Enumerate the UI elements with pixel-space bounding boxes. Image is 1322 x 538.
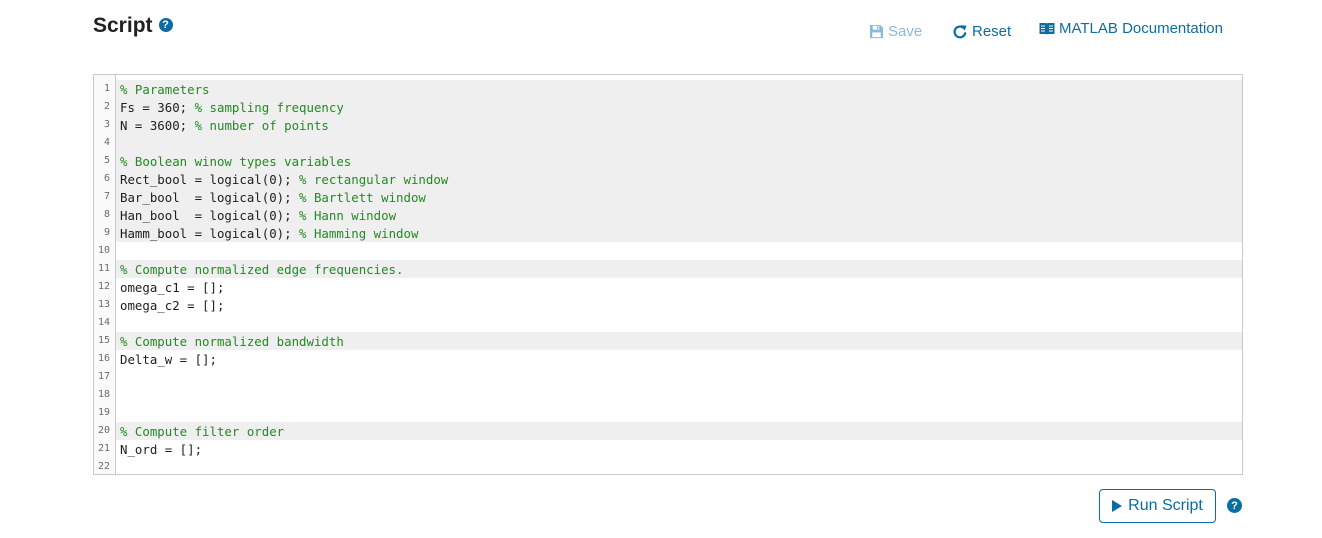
code-comment: % Boolean winow types variables — [120, 153, 352, 169]
code-comment: % Compute normalized bandwidth — [120, 333, 344, 349]
line-number: 2 — [94, 98, 116, 116]
line-number: 18 — [94, 386, 116, 404]
run-help-icon[interactable]: ? — [1227, 498, 1242, 513]
play-icon — [1112, 500, 1123, 512]
line-number: 11 — [94, 260, 116, 278]
code-line[interactable]: 12 omega_c1 = []; — [94, 278, 1242, 296]
code-line[interactable]: 22 — [94, 458, 1242, 474]
code-text: % Compute normalized bandwidth — [116, 334, 344, 349]
code-statement: Fs = 360; — [120, 99, 195, 115]
line-number: 19 — [94, 404, 116, 422]
code-line[interactable]: 21 N_ord = []; — [94, 440, 1242, 458]
code-line[interactable]: 2 Fs = 360; % sampling frequency — [94, 98, 1242, 116]
code-statement: Han_bool = logical(0); — [120, 207, 300, 223]
line-number: 6 — [94, 170, 116, 188]
code-text: N = 3600; % number of points — [116, 118, 329, 133]
code-line[interactable]: 4 — [94, 134, 1242, 152]
code-comment: % Compute normalized edge frequencies. — [120, 261, 404, 277]
run-script-button[interactable]: Run Script — [1099, 489, 1216, 523]
line-number: 9 — [94, 224, 116, 242]
line-number: 3 — [94, 116, 116, 134]
line-number: 5 — [94, 152, 116, 170]
code-text: omega_c1 = []; — [116, 280, 224, 295]
code-line[interactable]: 11% Compute normalized edge frequencies. — [94, 260, 1242, 278]
code-lines: 1% Parameters 2 Fs = 360; % sampling frequ… — [94, 80, 1242, 474]
code-text: % Compute filter order — [116, 424, 284, 439]
code-comment: % sampling frequency — [194, 99, 344, 115]
code-statement: omega_c1 = []; — [120, 279, 225, 295]
code-text: Han_bool = logical(0); % Hann window — [116, 208, 396, 223]
code-comment: % Compute filter order — [120, 423, 285, 439]
code-line[interactable]: 1% Parameters — [94, 80, 1242, 98]
code-editor[interactable]: 1% Parameters 2 Fs = 360; % sampling frequ… — [93, 74, 1243, 475]
line-number: 7 — [94, 188, 116, 206]
code-statement: N = 3600; — [120, 117, 195, 133]
code-line[interactable]: 10 — [94, 242, 1242, 260]
code-line[interactable]: 7 Bar_bool = logical(0); % Bartlett windo… — [94, 188, 1242, 206]
code-line[interactable]: 18 — [94, 386, 1242, 404]
code-text: Hamm_bool = logical(0); % Hamming window — [116, 226, 418, 241]
line-number: 21 — [94, 440, 116, 458]
code-line[interactable]: 15% Compute normalized bandwidth — [94, 332, 1242, 350]
line-number: 8 — [94, 206, 116, 224]
code-text: % Boolean winow types variables — [116, 154, 351, 169]
code-text: % Compute normalized edge frequencies. — [116, 262, 403, 277]
refresh-icon — [952, 24, 968, 40]
floppy-disk-icon — [869, 24, 884, 39]
code-text: % Parameters — [116, 82, 210, 97]
code-line[interactable]: 20% Compute filter order — [94, 422, 1242, 440]
code-line[interactable]: 16 Delta_w = []; — [94, 350, 1242, 368]
code-text: omega_c2 = []; — [116, 298, 224, 313]
code-line[interactable]: 19 — [94, 404, 1242, 422]
line-number: 12 — [94, 278, 116, 296]
code-comment: % Hamming window — [299, 225, 419, 241]
code-text: Rect_bool = logical(0); % rectangular wi… — [116, 172, 448, 187]
line-number: 15 — [94, 332, 116, 350]
code-comment: % Parameters — [120, 81, 210, 97]
code-line[interactable]: 13 omega_c2 = []; — [94, 296, 1242, 314]
code-line[interactable]: 5% Boolean winow types variables — [94, 152, 1242, 170]
code-text: Fs = 360; % sampling frequency — [116, 100, 344, 115]
reset-label: Reset — [972, 23, 1012, 40]
line-number: 16 — [94, 350, 116, 368]
code-text: N_ord = []; — [116, 442, 202, 457]
toolbar: Save Reset MATLAB Documentation — [0, 20, 1322, 42]
line-number: 10 — [94, 242, 116, 260]
code-statement: omega_c2 = []; — [120, 297, 225, 313]
save-label: Save — [888, 23, 923, 40]
run-script-label: Run Script — [1128, 497, 1203, 514]
line-number: 20 — [94, 422, 116, 440]
code-statement: Rect_bool = logical(0); — [120, 171, 300, 187]
matlab-documentation-link[interactable]: MATLAB Documentation — [1039, 20, 1223, 37]
code-text: Bar_bool = logical(0); % Bartlett window — [116, 190, 426, 205]
code-comment: % Bartlett window — [299, 189, 426, 205]
line-number: 4 — [94, 134, 116, 152]
code-line[interactable]: 6 Rect_bool = logical(0); % rectangular w… — [94, 170, 1242, 188]
code-line[interactable]: 17 — [94, 368, 1242, 386]
script-page: Script ? Save Reset MATLAB Documentation… — [0, 0, 1322, 538]
line-number: 1 — [94, 80, 116, 98]
line-number: 14 — [94, 314, 116, 332]
code-line[interactable]: 8 Han_bool = logical(0); % Hann window — [94, 206, 1242, 224]
code-line[interactable]: 3N = 3600; % number of points — [94, 116, 1242, 134]
documentation-label: MATLAB Documentation — [1059, 20, 1223, 37]
code-statement: Delta_w = []; — [120, 351, 217, 367]
line-number: 17 — [94, 368, 116, 386]
code-text: Delta_w = []; — [116, 352, 217, 367]
code-statement: Hamm_bool = logical(0); — [120, 225, 300, 241]
code-statement: Bar_bool = logical(0); — [120, 189, 300, 205]
code-comment: % rectangular window — [299, 171, 449, 187]
reset-button[interactable]: Reset — [952, 23, 1011, 40]
code-comment: % Hann window — [299, 207, 397, 223]
code-line[interactable]: 9 Hamm_bool = logical(0); % Hamming windo… — [94, 224, 1242, 242]
code-comment: % number of points — [194, 117, 329, 133]
line-number: 13 — [94, 296, 116, 314]
code-statement: N_ord = []; — [120, 441, 203, 457]
save-button[interactable]: Save — [869, 23, 922, 40]
book-icon — [1039, 22, 1055, 36]
code-line[interactable]: 14 — [94, 314, 1242, 332]
line-number: 22 — [94, 458, 116, 474]
